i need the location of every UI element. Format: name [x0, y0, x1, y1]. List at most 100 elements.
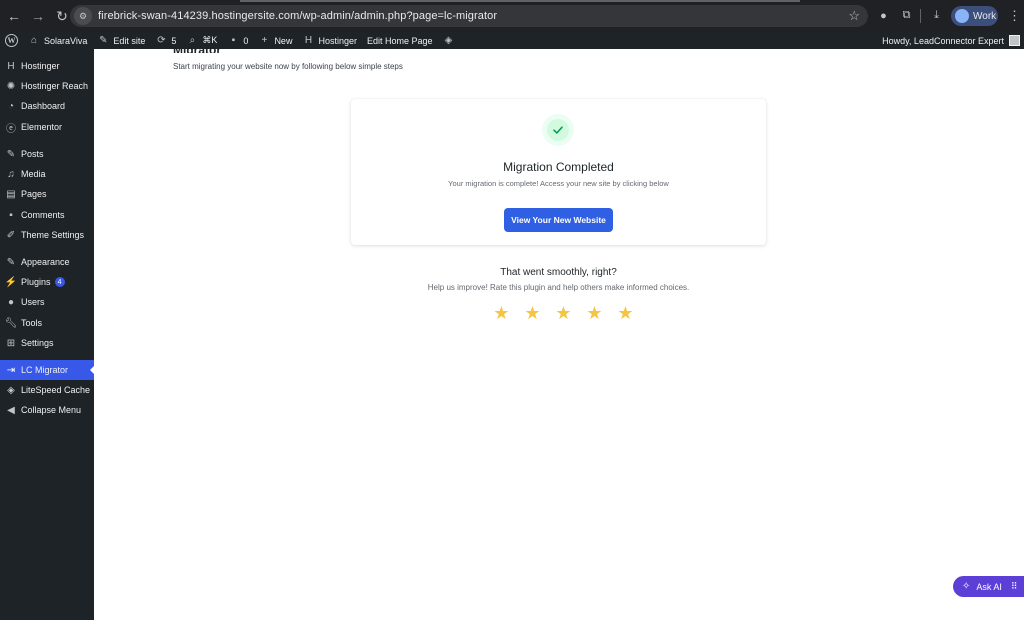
sidebar-item-pages[interactable]: ▤ Pages — [0, 184, 94, 204]
star-icon[interactable]: ★ — [548, 303, 579, 323]
edit-home-page-link[interactable]: Edit Home Page — [362, 32, 438, 49]
site-name: SolaraViva — [44, 35, 88, 46]
comments-link[interactable]: ▪ 0 — [222, 32, 253, 49]
star-icon[interactable]: ★ — [610, 303, 641, 323]
sidebar-item-elementor[interactable]: ⓔ Elementor — [0, 117, 94, 137]
sidebar-item-appearance[interactable]: ✎ Appearance — [0, 252, 94, 272]
sidebar-item-theme-settings[interactable]: ✐ Theme Settings — [0, 225, 94, 245]
brush-icon: ✎ — [99, 35, 108, 46]
sidebar-item-media[interactable]: ♫ Media — [0, 164, 94, 184]
sidebar-item-tools[interactable]: 🔧︎ Tools — [0, 313, 94, 333]
pin-icon: ✎ — [6, 148, 16, 160]
plugins-update-badge: 4 — [54, 277, 65, 287]
sparkle-icon: ✧ — [962, 581, 971, 592]
collapse-menu-button[interactable]: ◀ Collapse Menu — [0, 400, 94, 420]
download-icon[interactable]: ⤓ — [930, 9, 943, 22]
card-title: Migration Completed — [503, 160, 614, 174]
sidebar-item-label: LiteSpeed Cache — [21, 385, 91, 395]
site-name-menu[interactable]: ⌂ SolaraViva — [23, 32, 92, 49]
star-icon[interactable]: ★ — [579, 303, 610, 323]
comment-icon: ▪ — [9, 209, 13, 221]
sidebar-item-label: Hostinger — [21, 61, 60, 71]
star-icon[interactable]: ★ — [486, 303, 517, 323]
pages-icon: ▤ — [6, 188, 16, 200]
new-label: New — [274, 35, 293, 46]
sidebar-item-hostinger[interactable]: H Hostinger — [0, 56, 94, 76]
edit-home-label: Edit Home Page — [366, 35, 433, 46]
wp-logo-menu[interactable]: W — [0, 32, 23, 49]
sidebar-item-label: Tools — [21, 318, 43, 328]
sidebar-item-label: Posts — [21, 149, 44, 159]
back-arrow-icon[interactable]: ← — [3, 5, 25, 27]
admin-sidebar: H Hostinger ✺ Hostinger Reach ◔ Dashboar… — [0, 49, 95, 620]
elementor-icon: ⓔ — [6, 123, 16, 135]
extension-icon[interactable]: ● — [877, 9, 890, 22]
edit-site-label: Edit site — [113, 35, 146, 46]
drag-handle-icon[interactable]: ⠿ — [1011, 581, 1018, 592]
hostinger-menu[interactable]: H Hostinger — [297, 32, 362, 49]
rating-title: That went smoothly, right? — [500, 267, 617, 278]
media-icon: ♫ — [7, 168, 15, 180]
sidebar-item-hostinger-reach[interactable]: ✺ Hostinger Reach — [0, 76, 94, 96]
sidebar-item-posts[interactable]: ✎ Posts — [0, 144, 94, 164]
comments-count: 0 — [243, 35, 249, 46]
url-text[interactable]: firebrick-swan-414239.hostingersite.com/… — [98, 10, 497, 22]
site-info-icon[interactable]: ⚙ — [74, 7, 92, 25]
profile-label: Work — [973, 10, 997, 22]
appearance-icon: ✎ — [6, 256, 16, 268]
sidebar-item-litespeed-cache[interactable]: ◈ LiteSpeed Cache — [0, 380, 94, 400]
settings-icon: ⊞ — [6, 337, 16, 349]
sidebar-item-label: Users — [21, 297, 45, 307]
sidebar-item-label: Elementor — [21, 122, 63, 132]
sidebar-item-label: Comments — [21, 210, 65, 220]
checkmark-icon — [553, 126, 563, 134]
sidebar-item-plugins[interactable]: ⚡ Plugins 4 — [0, 272, 94, 292]
active-tab-indicator — [240, 0, 800, 2]
howdy-text: Howdy, LeadConnector Expert — [882, 35, 1004, 46]
plus-icon: + — [261, 35, 268, 46]
new-content-menu[interactable]: + New — [253, 32, 297, 49]
view-new-website-button[interactable]: View Your New Website — [504, 208, 613, 232]
wp-admin-bar: W ⌂ SolaraViva ✎ Edit site ⟳ 5 ⌕ ⌘K ▪ 0 … — [0, 32, 1024, 49]
rating-subtitle: Help us improve! Rate this plugin and he… — [427, 283, 690, 292]
toolbar-divider — [920, 9, 921, 23]
chrome-menu-icon[interactable]: ⋮ — [1008, 8, 1021, 24]
edit-site-link[interactable]: ✎ Edit site — [92, 32, 150, 49]
my-account-menu[interactable]: Howdy, LeadConnector Expert — [882, 32, 1020, 49]
litespeed-icon: ◈ — [7, 384, 15, 396]
sidebar-item-label: Appearance — [21, 257, 70, 267]
star-icon[interactable]: ★ — [517, 303, 548, 323]
home-icon: ⌂ — [30, 35, 38, 46]
browser-toolbar: ← → ↻ ⚙ firebrick-swan-414239.hostingers… — [0, 0, 1024, 32]
ask-ai-button[interactable]: ✧ Ask AI ⠿ — [953, 576, 1024, 597]
migrate-icon: ⇥ — [6, 364, 16, 376]
sidebar-item-users[interactable]: ● Users — [0, 292, 94, 312]
forward-arrow-icon[interactable]: → — [27, 5, 49, 27]
brush-icon: ✐ — [6, 229, 16, 241]
sidebar-item-label: LC Migrator — [21, 365, 69, 375]
sidebar-item-dashboard[interactable]: ◔ Dashboard — [0, 96, 94, 116]
sidebar-item-label: Theme Settings — [21, 230, 85, 240]
sidebar-item-label: Hostinger Reach — [21, 81, 89, 91]
star-rating: ★ ★ ★ ★ ★ — [486, 303, 641, 323]
hostinger-icon: H — [304, 35, 313, 46]
bookmark-star-icon[interactable]: ☆ — [848, 8, 860, 24]
ask-ai-label: Ask AI — [976, 581, 1002, 592]
profile-avatar — [955, 9, 969, 23]
updates-icon: ⟳ — [157, 35, 166, 46]
plugin-icon: ⚡ — [4, 276, 18, 288]
sidebar-item-settings[interactable]: ⊞ Settings — [0, 333, 94, 353]
card-subtitle: Your migration is complete! Access your … — [448, 179, 669, 188]
sidebar-item-comments[interactable]: ▪ Comments — [0, 205, 94, 225]
litespeed-admin-menu[interactable]: ◈ — [438, 32, 464, 49]
user-icon: ● — [7, 296, 15, 308]
profile-button[interactable]: Work — [951, 6, 998, 26]
wrench-icon: 🔧︎ — [4, 317, 18, 329]
puzzle-icon[interactable]: ⧉ — [900, 9, 913, 22]
success-badge — [542, 114, 574, 146]
sidebar-item-label: Media — [21, 169, 46, 179]
page-subtitle: Start migrating your website now by foll… — [173, 62, 403, 71]
sidebar-item-lc-migrator[interactable]: ⇥ LC Migrator — [0, 360, 95, 380]
address-bar[interactable]: ⚙ firebrick-swan-414239.hostingersite.co… — [70, 5, 868, 27]
wordpress-logo-icon: W — [5, 34, 18, 47]
